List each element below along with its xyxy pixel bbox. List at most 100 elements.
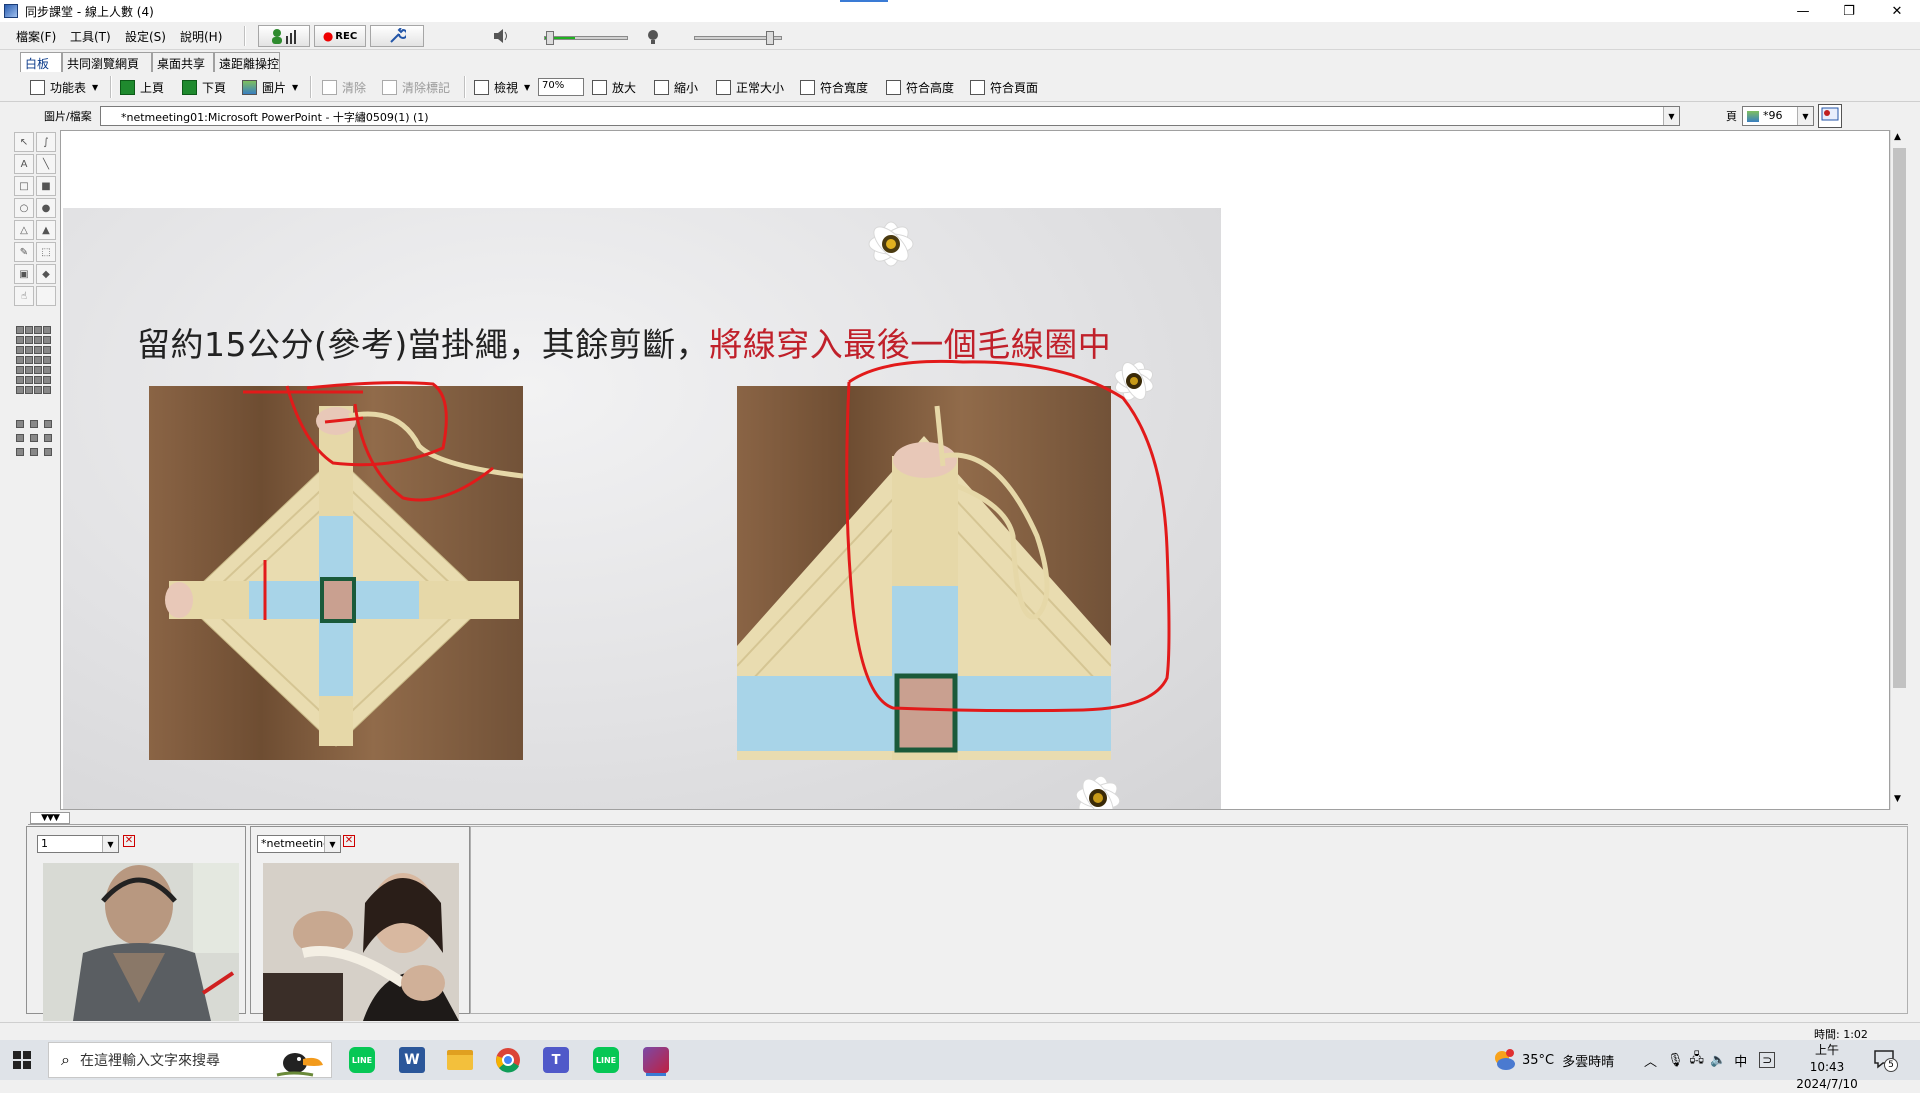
fit-page-button[interactable]: 符合頁面 bbox=[970, 78, 1038, 96]
tab-remote-control[interactable]: 遠距離操控 bbox=[214, 52, 280, 72]
polygon-outline-tool[interactable]: △ bbox=[14, 220, 34, 240]
annotation-stroke-left bbox=[243, 381, 494, 502]
zoom-out-label: 縮小 bbox=[674, 80, 699, 95]
highlighter-tool[interactable]: ✎ bbox=[14, 242, 34, 262]
freehand-tool[interactable]: ∫ bbox=[36, 132, 56, 152]
mic-user-button[interactable] bbox=[258, 25, 310, 47]
eraser-icon bbox=[322, 79, 337, 95]
fit-page-icon bbox=[970, 79, 985, 95]
function-menu-button[interactable]: 功能表 ▼ bbox=[30, 78, 98, 96]
titlebar-accent bbox=[840, 0, 888, 2]
video-source-select-1[interactable]: 1 ▼ bbox=[37, 835, 119, 853]
video-panel-2: *netmeeting0 ▼ ✕ bbox=[250, 826, 470, 1021]
clear-marks-icon bbox=[382, 79, 397, 95]
dropdown-arrow-icon[interactable]: ▼ bbox=[102, 836, 118, 852]
annotation-circle-right bbox=[845, 359, 1171, 713]
eraser-tool[interactable]: ◆ bbox=[36, 264, 56, 284]
status-bar: 時間: 1:02 bbox=[0, 1022, 1920, 1042]
grid-layout-palette[interactable] bbox=[16, 420, 54, 458]
fit-height-button[interactable]: 符合高度 bbox=[886, 78, 954, 96]
menu-settings[interactable]: 設定(S) bbox=[125, 28, 166, 45]
collapse-panel-button[interactable]: ▼▼▼ bbox=[30, 812, 70, 824]
pointer-hand-tool[interactable]: ☝ bbox=[14, 286, 34, 306]
speaker-icon[interactable] bbox=[492, 28, 510, 44]
clear-button[interactable]: 清除 bbox=[322, 78, 366, 96]
canvas-vertical-scrollbar[interactable]: ▲ ▼ bbox=[1890, 130, 1908, 810]
tab-cobrowse[interactable]: 共同瀏覽網頁 bbox=[62, 52, 152, 72]
prev-page-button[interactable]: 上頁 bbox=[120, 78, 164, 96]
slide-image: 留約15公分(參考)當掛繩，其餘剪斷，將線穿入最後一個毛線圈中 bbox=[63, 208, 1221, 809]
speaker-volume-thumb[interactable] bbox=[546, 31, 554, 45]
tab-whiteboard[interactable]: 白板 bbox=[20, 52, 62, 72]
picture-icon bbox=[242, 79, 257, 95]
scroll-up-icon[interactable]: ▲ bbox=[1894, 132, 1901, 142]
record-button[interactable]: ● REC bbox=[314, 25, 366, 47]
menu-file[interactable]: 檔案(F) bbox=[16, 28, 56, 45]
page-select[interactable]: *96 ▼ bbox=[1742, 106, 1814, 126]
scroll-thumb[interactable] bbox=[1893, 148, 1906, 688]
file-dropdown-arrow-icon[interactable]: ▼ bbox=[1663, 107, 1679, 125]
whiteboard-canvas[interactable]: 留約15公分(參考)當掛繩，其餘剪斷，將線穿入最後一個毛線圈中 bbox=[60, 130, 1890, 810]
menu-help[interactable]: 說明(H) bbox=[180, 28, 222, 45]
marquee-tool[interactable]: ⬚ bbox=[36, 242, 56, 262]
page-thumb-icon bbox=[1747, 110, 1759, 122]
video-source-select-2[interactable]: *netmeeting0 ▼ bbox=[257, 835, 341, 853]
dropdown-arrow-icon: ▼ bbox=[524, 82, 531, 92]
tray-volume-icon[interactable]: 🔈 bbox=[1710, 1053, 1726, 1068]
search-placeholder: 在這裡輸入文字來搜尋 bbox=[79, 1053, 220, 1069]
taskbar-explorer-app[interactable] bbox=[442, 1044, 478, 1076]
tray-microphone-icon[interactable]: 🎙 bbox=[1667, 1053, 1684, 1068]
tray-chevron-up-icon[interactable]: ︿ bbox=[1644, 1051, 1657, 1070]
word-app-icon: W bbox=[399, 1047, 425, 1073]
page-dropdown-arrow-icon[interactable]: ▼ bbox=[1797, 107, 1813, 125]
rect-outline-tool[interactable]: □ bbox=[14, 176, 34, 196]
taskbar-word-app[interactable]: W bbox=[394, 1044, 430, 1076]
blank-tool[interactable] bbox=[36, 286, 56, 306]
taskbar-classroom-app[interactable] bbox=[638, 1044, 674, 1076]
settings-wrench-button[interactable] bbox=[370, 25, 424, 47]
taskbar-search-box[interactable]: ⌕ 在這裡輸入文字來搜尋 bbox=[48, 1042, 332, 1078]
ime-indicator[interactable]: 中 bbox=[1734, 1051, 1747, 1070]
fit-width-button[interactable]: 符合寬度 bbox=[800, 78, 868, 96]
stamp-tool[interactable]: ▣ bbox=[14, 264, 34, 284]
ime-mode-icon[interactable]: ⊃ bbox=[1759, 1052, 1776, 1068]
tray-network-icon[interactable]: 🖧 bbox=[1690, 1049, 1705, 1071]
image-button[interactable]: 圖片 ▼ bbox=[242, 78, 298, 96]
taskbar-line-app[interactable]: LINE bbox=[344, 1044, 380, 1076]
notification-button[interactable]: 5 bbox=[1872, 1048, 1902, 1072]
minimize-button[interactable]: — bbox=[1780, 0, 1826, 22]
taskbar-line-app-2[interactable]: LINE bbox=[588, 1044, 624, 1076]
polygon-fill-tool[interactable]: ▲ bbox=[36, 220, 56, 240]
clear-marks-button[interactable]: 清除標記 bbox=[382, 78, 450, 96]
taskbar-teams-app[interactable]: T bbox=[538, 1044, 574, 1076]
close-video-2-icon[interactable]: ✕ bbox=[343, 835, 355, 847]
mic-volume-thumb[interactable] bbox=[766, 31, 774, 45]
presenter-icon[interactable] bbox=[1818, 104, 1842, 128]
close-button[interactable]: ✕ bbox=[1874, 0, 1920, 22]
close-video-1-icon[interactable]: ✕ bbox=[123, 835, 135, 847]
line-width-palette[interactable] bbox=[16, 326, 52, 404]
actual-size-button[interactable]: 正常大小 bbox=[716, 78, 784, 96]
taskbar-chrome-app[interactable] bbox=[490, 1044, 526, 1076]
rect-fill-tool[interactable]: ■ bbox=[36, 176, 56, 196]
select-arrow-tool[interactable]: ↖ bbox=[14, 132, 34, 152]
text-tool[interactable]: A bbox=[14, 154, 34, 174]
tab-desktop-share[interactable]: 桌面共享 bbox=[152, 52, 214, 72]
menu-tools[interactable]: 工具(T) bbox=[70, 28, 111, 45]
restore-button[interactable]: ❐ bbox=[1826, 0, 1872, 22]
taskbar-clock[interactable]: 上午 10:43 2024/7/10 bbox=[1796, 1042, 1858, 1091]
ellipse-fill-tool[interactable]: ● bbox=[36, 198, 56, 218]
scroll-down-icon[interactable]: ▼ bbox=[1894, 794, 1901, 804]
view-button[interactable]: 檢視 ▼ bbox=[474, 78, 530, 96]
weather-widget[interactable]: 35°C 多雲時晴 bbox=[1492, 1040, 1614, 1080]
zoom-in-button[interactable]: 放大 bbox=[592, 78, 636, 96]
zoom-input[interactable]: 70% bbox=[538, 78, 584, 96]
dropdown-arrow-icon[interactable]: ▼ bbox=[324, 836, 340, 852]
line-tool[interactable]: ╲ bbox=[36, 154, 56, 174]
ellipse-outline-tool[interactable]: ○ bbox=[14, 198, 34, 218]
zoom-out-button[interactable]: 縮小 bbox=[654, 78, 698, 96]
file-select[interactable]: *netmeeting01:Microsoft PowerPoint - 十字繡… bbox=[100, 106, 1680, 126]
start-button[interactable] bbox=[4, 1044, 40, 1076]
next-page-button[interactable]: 下頁 bbox=[182, 78, 226, 96]
microphone-icon[interactable] bbox=[644, 28, 662, 44]
